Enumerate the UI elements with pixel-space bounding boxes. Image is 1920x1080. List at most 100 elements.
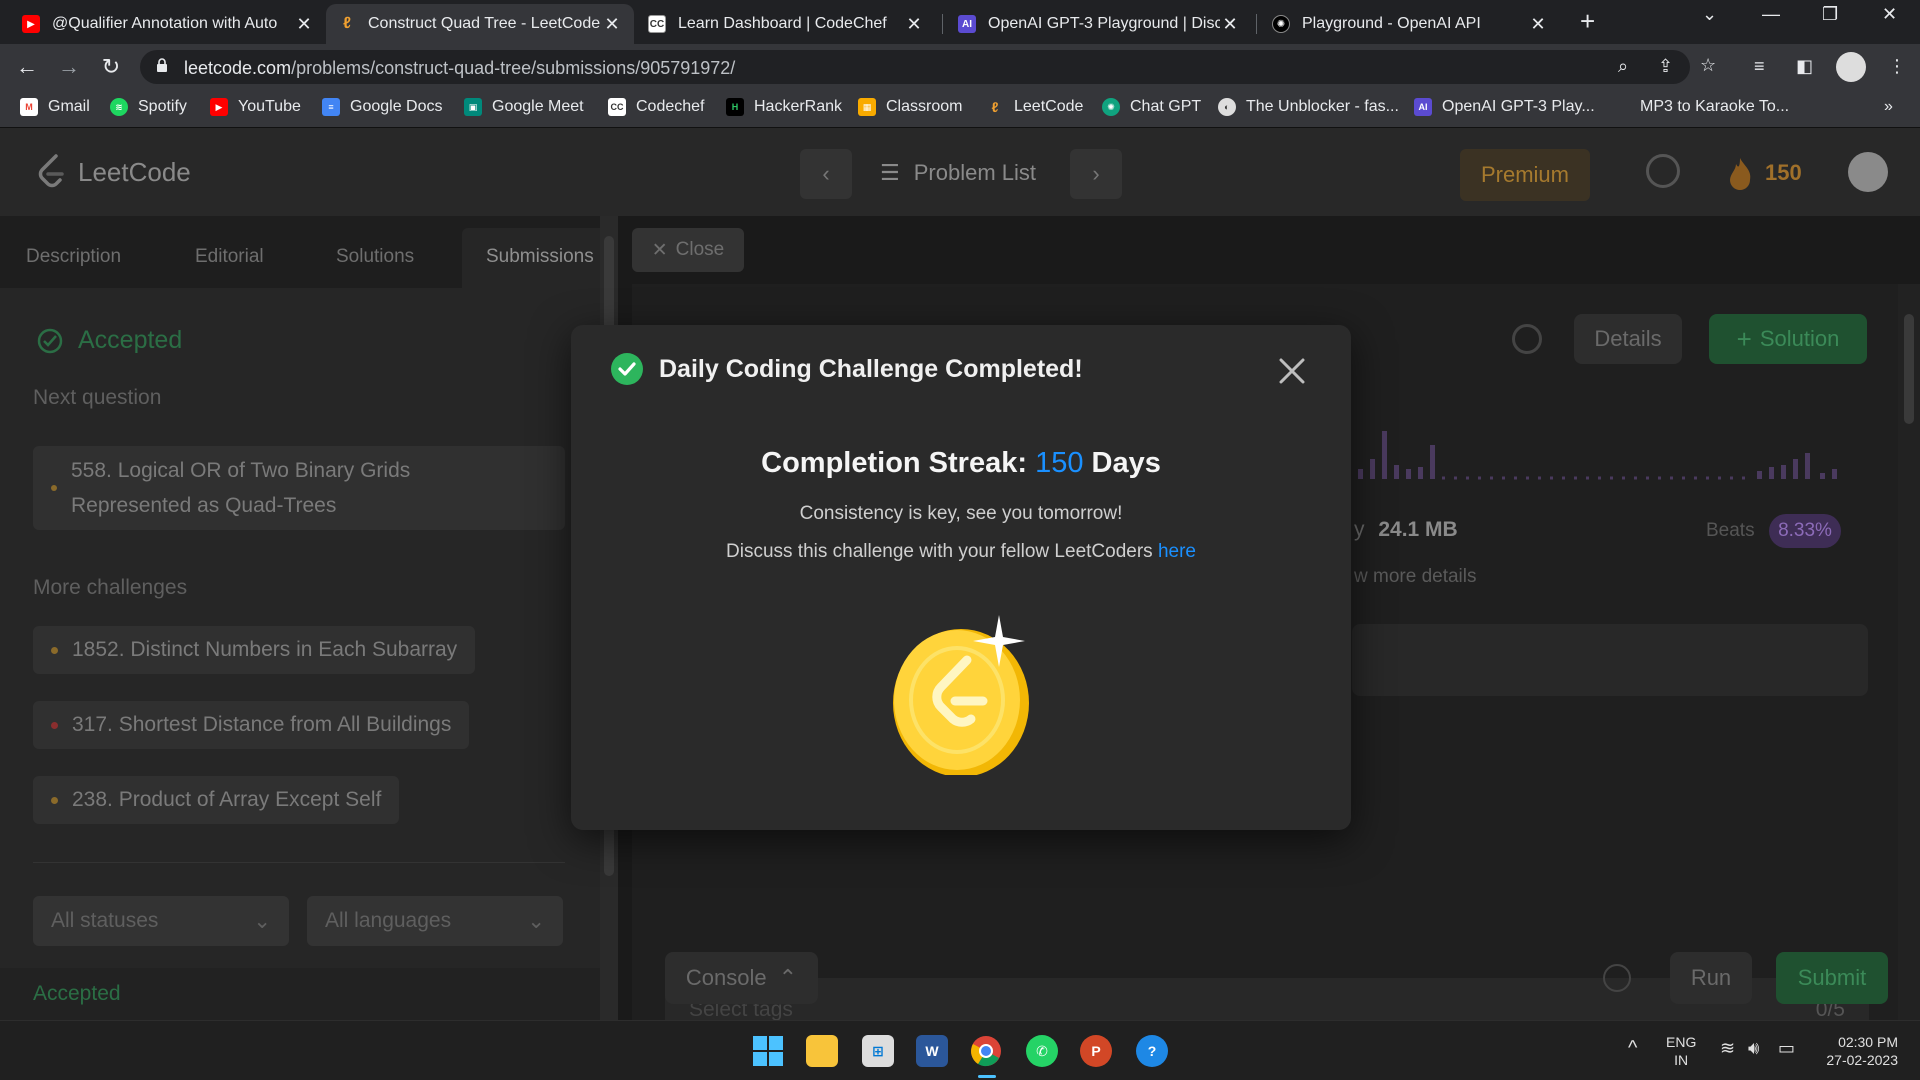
more-challenges-label: More challenges [33, 576, 188, 599]
submission-row[interactable]: Accepted [0, 968, 600, 1020]
problem-list-link[interactable]: ☰ Problem List [880, 160, 1036, 186]
close-tab-icon[interactable]: ✕ [602, 14, 622, 35]
wifi-icon[interactable]: ≋ [1720, 1039, 1735, 1057]
window-close-button[interactable]: ✕ [1882, 4, 1897, 25]
tab-submissions[interactable]: Submissions [486, 246, 594, 268]
solution-button[interactable]: + Solution [1709, 314, 1867, 364]
tab-solutions[interactable]: Solutions [336, 246, 414, 268]
tab-search-icon[interactable]: ⌄ [1702, 4, 1717, 25]
close-tab-icon[interactable]: ✕ [904, 14, 924, 35]
language-indicator[interactable]: ENG IN [1666, 1033, 1696, 1069]
forward-button[interactable]: → [54, 52, 84, 82]
close-icon[interactable] [1276, 355, 1308, 387]
clock[interactable]: 02:30 PM 27-02-2023 [1814, 1033, 1898, 1069]
share-submission-icon[interactable] [1512, 324, 1542, 354]
right-scrollbar[interactable] [1898, 284, 1920, 1020]
side-panel-icon[interactable]: ◧ [1796, 56, 1813, 77]
battery-icon[interactable]: ▭ [1778, 1039, 1795, 1057]
console-button[interactable]: Console ⌃ [665, 952, 818, 1004]
run-button[interactable]: Run [1670, 952, 1752, 1004]
dist-bar [1757, 471, 1762, 479]
next-problem-button[interactable]: › [1070, 149, 1122, 199]
back-button[interactable]: ← [12, 52, 42, 82]
windows-start-icon[interactable] [752, 1035, 784, 1067]
address-bar[interactable]: leetcode.com/problems/construct-quad-tre… [140, 50, 1716, 84]
language-filter[interactable]: All languages ⌄ [307, 896, 563, 946]
streak-label: Completion Streak: [761, 447, 1028, 479]
tab-youtube[interactable]: ▶ @Qualifier Annotation with Auto ✕ [10, 4, 326, 44]
details-button[interactable]: Details [1574, 314, 1682, 364]
difficulty-dot [51, 646, 58, 654]
bookmark-mp3-karaoke[interactable]: MP3 to Karaoke To... [1640, 98, 1789, 116]
help-icon[interactable]: ? [1136, 1035, 1168, 1067]
streak-count[interactable]: 150 [1765, 160, 1802, 186]
bookmark-chatgpt[interactable]: ✺ Chat GPT [1102, 98, 1201, 116]
accepted-status: Accepted [36, 326, 182, 355]
notes-area[interactable] [1352, 624, 1868, 696]
chevron-up-icon[interactable]: ^ [1628, 1038, 1637, 1058]
windows-taskbar: ⊞ W ✆ P ? ^ ENG IN ≋ 🔊︎ ▭ 02:30 PM 27-02… [0, 1020, 1920, 1080]
tab-editorial[interactable]: Editorial [195, 246, 264, 268]
profile-avatar[interactable] [1836, 52, 1866, 82]
close-button[interactable]: ✕ Close [632, 228, 744, 272]
prev-problem-button[interactable]: ‹ [800, 149, 852, 199]
scrollbar-thumb[interactable] [1904, 314, 1914, 424]
bookmark-codechef[interactable]: CC Codechef [608, 98, 705, 116]
timer-icon[interactable] [1646, 154, 1680, 188]
volume-icon[interactable]: 🔊︎ [1748, 1039, 1759, 1057]
bookmark-classroom[interactable]: ▦ Classroom [858, 98, 962, 116]
tab-description[interactable]: Description [26, 246, 121, 268]
menu-kebab-icon[interactable]: ⋮ [1888, 56, 1906, 77]
chrome-icon[interactable] [970, 1035, 1002, 1067]
bookmark-spotify[interactable]: ≋ Spotify [110, 98, 187, 116]
challenge-item[interactable]: 238. Product of Array Except Self [33, 776, 400, 824]
bookmark-label: HackerRank [754, 98, 843, 115]
challenge-item[interactable]: 317. Shortest Distance from All Building… [33, 701, 470, 749]
bookmark-leetcode[interactable]: ℓ LeetCode [986, 98, 1084, 116]
bookmark-label: Gmail [48, 98, 90, 115]
tab-leetcode[interactable]: ℓ Construct Quad Tree - LeetCode ✕ [326, 4, 634, 44]
challenge-item[interactable]: 1852. Distinct Numbers in Each Subarray [33, 626, 476, 674]
bookmark-unblocker[interactable]: ◐ The Unblocker - fas... [1218, 98, 1399, 116]
status-filter[interactable]: All statuses ⌄ [33, 896, 289, 946]
bookmark-label: OpenAI GPT-3 Play... [1442, 98, 1595, 115]
reading-list-icon[interactable]: ≡ [1754, 56, 1765, 77]
microsoft-store-icon[interactable]: ⊞ [862, 1035, 894, 1067]
share-icon[interactable]: ⇪ [1658, 56, 1673, 77]
debug-bug-icon[interactable] [1603, 964, 1631, 992]
word-icon[interactable]: W [916, 1035, 948, 1067]
bookmark-google-meet[interactable]: ▣ Google Meet [464, 98, 584, 116]
tab-codechef[interactable]: CC Learn Dashboard | CodeChef ✕ [636, 4, 936, 44]
next-question-item[interactable]: 558. Logical OR of Two Binary Grids Repr… [33, 446, 565, 530]
tab-openai-playground-disc[interactable]: AI OpenAI GPT-3 Playground | Disc ✕ [946, 4, 1252, 44]
bookmark-gmail[interactable]: M Gmail [20, 98, 90, 116]
whatsapp-icon[interactable]: ✆ [1026, 1035, 1058, 1067]
tab-title: Learn Dashboard | CodeChef [678, 15, 887, 32]
bookmark-hackerrank[interactable]: H HackerRank [726, 98, 842, 116]
premium-button[interactable]: Premium [1460, 149, 1590, 201]
discuss-link[interactable]: here [1158, 541, 1196, 562]
bookmark-youtube[interactable]: ▶ YouTube [210, 98, 301, 116]
minimize-button[interactable]: — [1762, 4, 1780, 25]
new-tab-button[interactable]: + [1580, 6, 1595, 37]
user-avatar[interactable] [1848, 152, 1888, 192]
close-tab-icon[interactable]: ✕ [1220, 14, 1240, 35]
bookmarks-overflow-icon[interactable]: » [1884, 98, 1893, 116]
chatgpt-icon: ✺ [1102, 98, 1120, 116]
file-explorer-icon[interactable] [806, 1035, 838, 1067]
bookmark-openai-play[interactable]: AI OpenAI GPT-3 Play... [1414, 98, 1595, 116]
more-details-link[interactable]: w more details [1354, 566, 1477, 588]
reload-button[interactable]: ↻ [96, 52, 126, 82]
bookmark-google-docs[interactable]: ≡ Google Docs [322, 98, 443, 116]
bookmark-star-icon[interactable]: ☆ [1700, 55, 1716, 76]
leetcode-logo[interactable]: LeetCode [36, 154, 191, 190]
zoom-icon[interactable]: ⌕ [1618, 56, 1628, 77]
close-tab-icon[interactable]: ✕ [294, 14, 314, 35]
restore-button[interactable]: ❐ [1822, 4, 1838, 25]
close-tab-icon[interactable]: ✕ [1528, 14, 1548, 35]
bookmark-label: The Unblocker - fas... [1246, 98, 1399, 115]
submit-button[interactable]: Submit [1776, 952, 1888, 1004]
tab-openai-api[interactable]: ✺ Playground - OpenAI API ✕ [1260, 4, 1560, 44]
url-text: leetcode.com/problems/construct-quad-tre… [184, 58, 735, 79]
powerpoint-icon[interactable]: P [1080, 1035, 1112, 1067]
